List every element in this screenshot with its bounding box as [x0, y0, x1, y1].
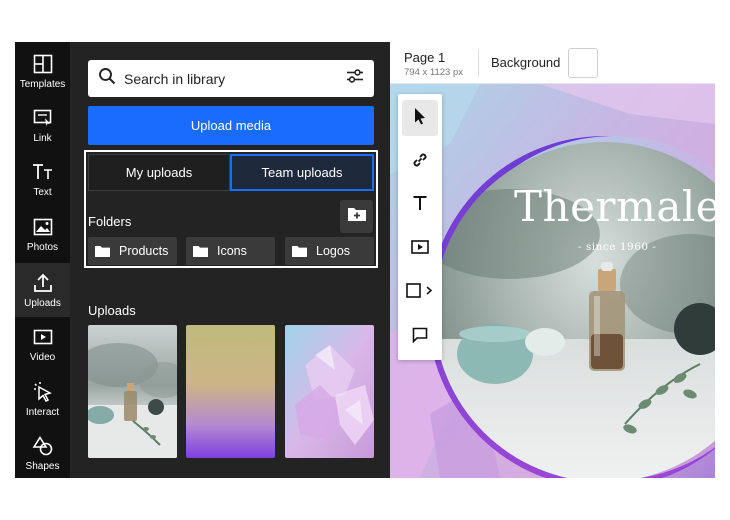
upload-media-button[interactable]: Upload media	[88, 106, 374, 145]
tab-my-uploads[interactable]: My uploads	[88, 154, 230, 191]
shape-icon	[406, 282, 434, 304]
select-icon	[413, 107, 427, 130]
photos-icon	[32, 216, 54, 238]
nav-rail: Templates Link Text Photos Uploads Video…	[15, 42, 70, 478]
page-size: 794 x 1123 px	[404, 67, 463, 78]
brand-title[interactable]: Thermale	[514, 182, 715, 231]
rail-label-text: Text	[33, 186, 52, 198]
add-folder-icon	[347, 206, 367, 227]
page-title[interactable]: Page 1	[404, 50, 445, 65]
new-folder-button[interactable]	[340, 200, 373, 233]
design-canvas[interactable]: Thermale - since 1960 -	[390, 84, 715, 478]
filter-icon[interactable]	[346, 68, 364, 89]
comment-icon	[412, 327, 428, 348]
search-icon	[98, 67, 116, 90]
rail-item-text[interactable]: Text	[15, 152, 70, 206]
folder-label: Products	[119, 244, 169, 258]
rail-item-templates[interactable]: Templates	[15, 44, 70, 98]
background-color-swatch[interactable]	[568, 48, 598, 78]
uploads-icon	[32, 272, 54, 294]
editor-topbar: Page 1 794 x 1123 px Background	[390, 42, 715, 84]
select-tool[interactable]	[402, 100, 438, 136]
search-input[interactable]: Search in library	[88, 60, 374, 97]
rail-item-uploads[interactable]: Uploads	[15, 263, 70, 317]
rail-item-photos[interactable]: Photos	[15, 207, 70, 261]
rail-label-photos: Photos	[26, 241, 59, 253]
rail-label-uploads: Uploads	[24, 297, 61, 309]
folder-icons[interactable]: Icons	[186, 237, 275, 265]
link-icon	[411, 151, 429, 174]
canvas-toolbar	[398, 94, 442, 360]
shapes-icon	[32, 435, 54, 457]
upload-tabs: My uploads Team uploads	[88, 154, 374, 191]
brand-tagline[interactable]: - since 1960 -	[578, 241, 656, 253]
rail-label-video: Video	[29, 351, 56, 363]
templates-icon	[32, 53, 54, 75]
comment-tool[interactable]	[402, 319, 438, 355]
interact-icon	[32, 381, 54, 403]
folder-icon	[193, 245, 208, 257]
link-icon	[32, 107, 54, 129]
video-tool[interactable]	[402, 231, 438, 267]
rail-label-link: Link	[33, 132, 52, 144]
topbar-divider	[478, 49, 479, 77]
rail-item-shapes[interactable]: Shapes	[15, 426, 70, 478]
folder-icon	[292, 245, 307, 257]
rail-label-templates: Templates	[19, 78, 66, 90]
rail-item-interact[interactable]: Interact	[15, 372, 70, 426]
background-label: Background	[491, 55, 561, 70]
rail-label-interact: Interact	[25, 406, 60, 418]
shape-tool[interactable]	[402, 275, 438, 311]
rail-item-video[interactable]: Video	[15, 317, 70, 371]
video-icon	[411, 239, 429, 259]
folder-logos[interactable]: Logos	[285, 237, 374, 265]
upload-thumbnail-gradient[interactable]	[186, 325, 275, 458]
text-icon	[412, 195, 428, 216]
folder-icon	[95, 245, 110, 257]
rail-label-shapes: Shapes	[25, 460, 60, 472]
video-icon	[32, 326, 54, 348]
upload-thumbnail-crystal[interactable]	[285, 325, 374, 458]
editor-area: Page 1 794 x 1123 px Background Thermale…	[390, 42, 715, 478]
folder-products[interactable]: Products	[88, 237, 177, 265]
text-tool[interactable]	[402, 187, 438, 223]
app-window: Templates Link Text Photos Uploads Video…	[15, 42, 715, 478]
link-tool[interactable]	[402, 144, 438, 180]
uploads-heading: Uploads	[88, 303, 136, 318]
rail-item-link[interactable]: Link	[15, 98, 70, 152]
folders-heading: Folders	[88, 214, 132, 229]
upload-thumbnail-bottle[interactable]	[88, 325, 177, 458]
text-icon	[32, 161, 54, 183]
folder-label: Logos	[316, 244, 351, 258]
library-panel: Search in library Upload media My upload…	[70, 42, 390, 478]
tab-team-uploads[interactable]: Team uploads	[230, 154, 374, 191]
search-placeholder: Search in library	[124, 70, 226, 87]
folder-label: Icons	[217, 244, 247, 258]
